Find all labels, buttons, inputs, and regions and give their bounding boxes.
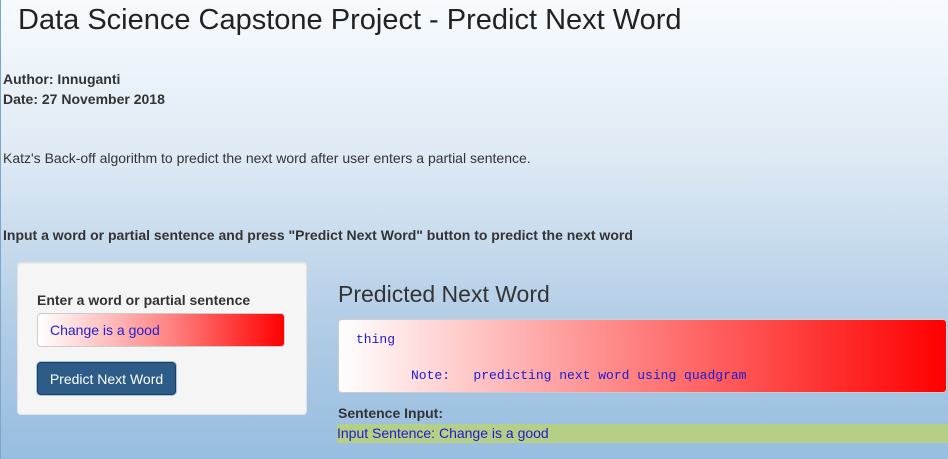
author-text: Author: Innuganti	[3, 71, 121, 87]
meta-block: Author: Innuganti Date: 27 November 2018	[3, 69, 165, 109]
prediction-output-box: thing Note: predicting next word using q…	[338, 319, 947, 393]
prediction-note: Note: predicting next word using quadgra…	[411, 368, 746, 383]
sentence-input[interactable]	[37, 313, 285, 347]
page-title: Data Science Capstone Project - Predict …	[18, 4, 682, 36]
date-text: Date: 27 November 2018	[3, 91, 165, 107]
predict-next-word-button[interactable]: Predict Next Word	[37, 362, 176, 395]
note-text: predicting next word using quadgram	[473, 368, 747, 383]
predicted-next-word-heading: Predicted Next Word	[338, 281, 550, 307]
predicted-word: thing	[356, 332, 396, 347]
sentence-input-output: Input Sentence: Change is a good	[337, 424, 948, 443]
description-text: Katz's Back-off algorithm to predict the…	[3, 150, 531, 166]
window-left-border	[0, 0, 1, 459]
input-label: Enter a word or partial sentence	[37, 292, 251, 308]
input-panel: Enter a word or partial sentence Predict…	[17, 262, 307, 415]
instruction-text: Input a word or partial sentence and pre…	[3, 227, 633, 243]
note-label: Note:	[411, 368, 451, 383]
sentence-input-label: Sentence Input:	[338, 405, 444, 421]
